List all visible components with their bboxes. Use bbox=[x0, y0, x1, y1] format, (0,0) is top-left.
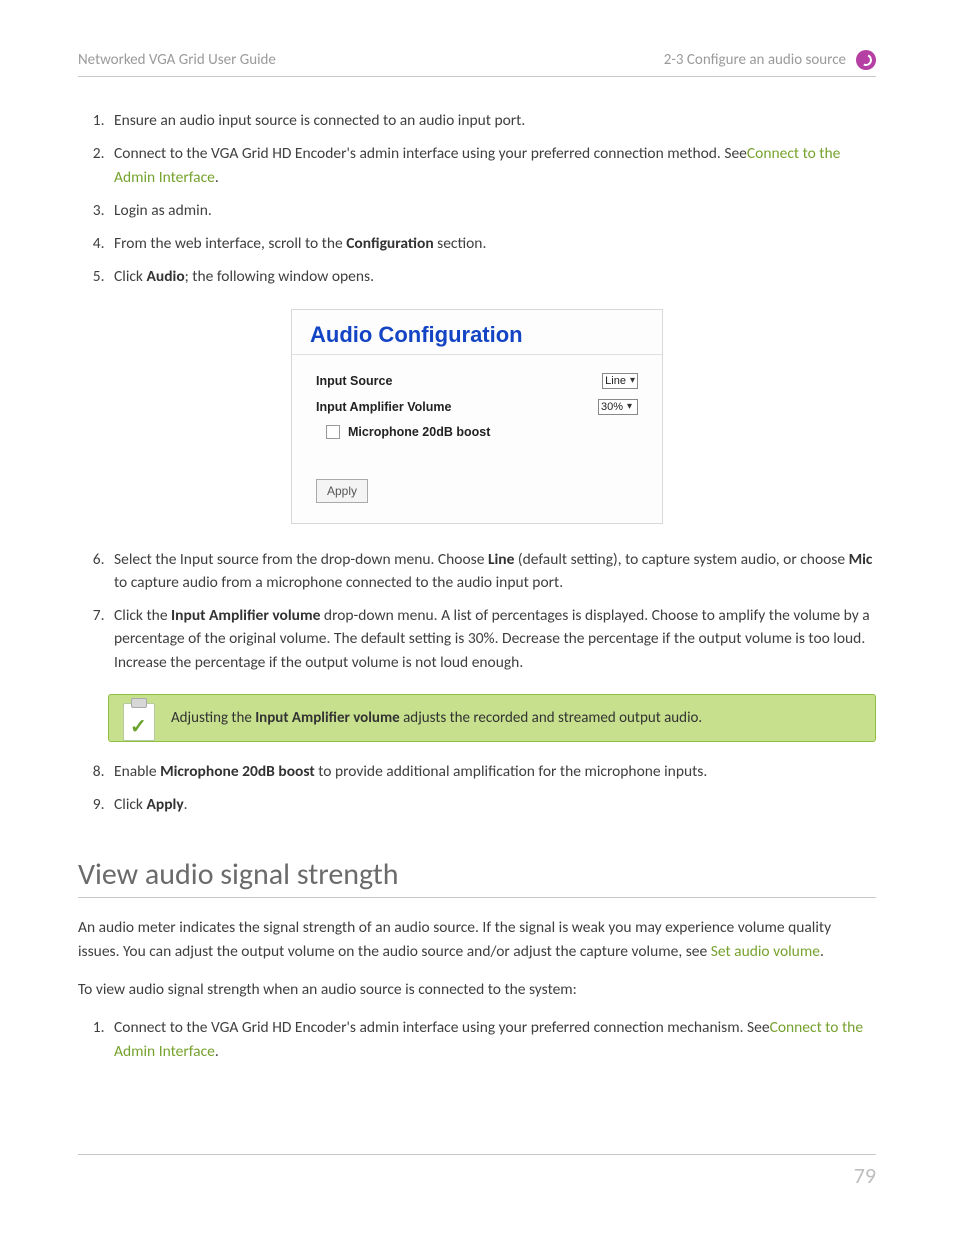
note-clipboard-check-icon bbox=[123, 703, 155, 741]
chevron-down-icon: ▾ bbox=[630, 375, 635, 386]
input-source-select[interactable]: Line▾ bbox=[602, 373, 638, 389]
apply-button[interactable]: Apply bbox=[316, 479, 368, 503]
mic-boost-checkbox[interactable] bbox=[326, 425, 340, 439]
mic-boost-checkbox-row: Microphone 20dB boost bbox=[326, 425, 638, 439]
section2-step-1: Connect to the VGA Grid HD Encoder's adm… bbox=[108, 1016, 876, 1063]
page-number: 79 bbox=[854, 1162, 876, 1189]
chevron-down-icon: ▾ bbox=[627, 401, 632, 412]
step-6: Select the Input source from the drop-do… bbox=[108, 548, 876, 595]
step-5: Click Audio; the following window opens. bbox=[108, 265, 876, 288]
shot-title: Audio Configuration bbox=[292, 310, 662, 355]
amplifier-volume-select[interactable]: 30%▾ bbox=[598, 399, 638, 415]
section2-p1: An audio meter indicates the signal stre… bbox=[78, 916, 876, 964]
steps-list-c: Enable Microphone 20dB boost to provide … bbox=[108, 760, 876, 817]
shot-row-input-source: Input Source Line▾ bbox=[316, 373, 638, 389]
steps-list-a: Ensure an audio input source is connecte… bbox=[108, 109, 876, 289]
audio-config-screenshot: Audio Configuration Input Source Line▾ I… bbox=[291, 309, 663, 524]
section2-p2: To view audio signal strength when an au… bbox=[78, 978, 876, 1002]
steps-list-b: Select the Input source from the drop-do… bbox=[108, 548, 876, 674]
step-7: Click the Input Amplifier volume drop-do… bbox=[108, 604, 876, 674]
step-9: Click Apply. bbox=[108, 793, 876, 816]
steps-list-d: Connect to the VGA Grid HD Encoder's adm… bbox=[108, 1016, 876, 1063]
header-left: Networked VGA Grid User Guide bbox=[78, 51, 276, 69]
section-heading-view-audio: View audio signal strength bbox=[78, 856, 876, 898]
step-3: Login as admin. bbox=[108, 199, 876, 222]
shot-row-amplifier: Input Amplifier Volume 30%▾ bbox=[316, 399, 638, 415]
step-2: Connect to the VGA Grid HD Encoder's adm… bbox=[108, 142, 876, 189]
header-right: 2-3 Configure an audio source bbox=[664, 51, 846, 69]
step-4: From the web interface, scroll to the Co… bbox=[108, 232, 876, 255]
step-1: Ensure an audio input source is connecte… bbox=[108, 109, 876, 132]
footer-rule bbox=[78, 1154, 876, 1155]
link-set-audio-volume[interactable]: Set audio volume bbox=[711, 942, 820, 961]
step-8: Enable Microphone 20dB boost to provide … bbox=[108, 760, 876, 783]
brand-swirl-icon bbox=[856, 50, 876, 70]
page-header: Networked VGA Grid User Guide 2-3 Config… bbox=[78, 50, 876, 77]
note-box: Adjusting the Input Amplifier volume adj… bbox=[108, 694, 876, 742]
